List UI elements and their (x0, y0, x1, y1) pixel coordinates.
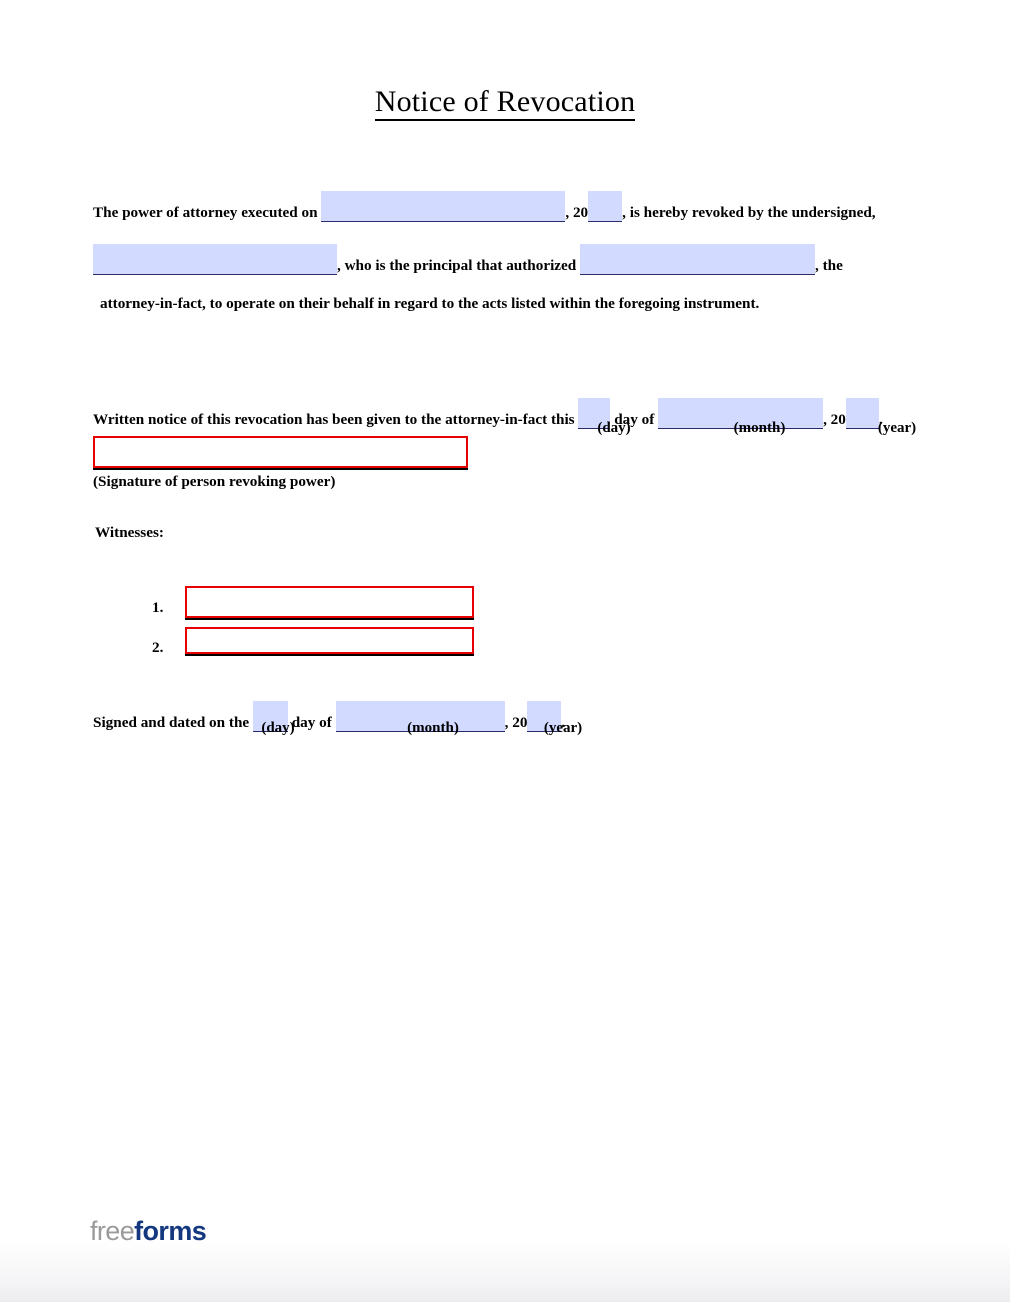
witness-2-signature-box[interactable] (185, 627, 474, 654)
paragraph1-line2-mid: , who is the principal that authorized (337, 257, 577, 274)
paragraph1-line3: attorney-in-fact, to operate on their be… (100, 295, 760, 312)
witness-2-number: 2. (152, 639, 164, 656)
witness-2-underline (185, 654, 474, 656)
witness-1-underline (185, 618, 474, 620)
notice-month-caption: (month) (733, 420, 786, 436)
freeforms-logo: freeforms (90, 1216, 207, 1246)
page-bottom-shade (0, 1242, 1010, 1302)
paragraph-line-1: The power of attorney executed on , 20 , … (93, 191, 876, 222)
notice-year-caption: (year) (877, 420, 917, 436)
logo-text-free: free (90, 1216, 135, 1246)
paragraph1-line1-pre: The power of attorney executed on (93, 204, 318, 221)
witness-1-number: 1. (152, 599, 164, 616)
witness-1-signature-box[interactable] (185, 586, 474, 618)
principal-name-field[interactable] (93, 244, 337, 275)
signed-dated-text-pre: Signed and dated on the (93, 714, 250, 731)
signed-year-caption: (year) (543, 720, 583, 736)
signed-day-caption: (day) (261, 720, 295, 736)
witnesses-heading: Witnesses: (95, 524, 164, 541)
poa-execution-year-field[interactable] (588, 191, 623, 222)
paragraph1-line1-mid: , 20 (565, 204, 589, 221)
signature-underline (93, 468, 468, 470)
signed-dated-line: Signed and dated on the day of , 20. (93, 701, 565, 732)
poa-execution-date-field[interactable] (321, 191, 566, 222)
logo-text-forms: forms (134, 1216, 207, 1246)
revoking-party-signature-box[interactable] (93, 436, 468, 468)
notice-text-pre: Written notice of this revocation has be… (93, 411, 575, 428)
signed-year-prefix: , 20 (504, 714, 528, 731)
page-title: Notice of Revocation (0, 84, 1010, 121)
paragraph-line-3: attorney-in-fact, to operate on their be… (100, 296, 759, 311)
paragraph1-line2-post: , the (815, 257, 843, 274)
document-page: Notice of Revocation The power of attorn… (0, 0, 1010, 1302)
paragraph-line-2: , who is the principal that authorized ,… (93, 244, 843, 275)
attorney-in-fact-name-field[interactable] (580, 244, 816, 275)
notice-day-caption: (day) (597, 420, 631, 436)
paragraph1-line1-post: , is hereby revoked by the undersigned, (622, 204, 876, 221)
signature-caption: (Signature of person revoking power) (93, 473, 336, 490)
page-title-text: Notice of Revocation (374, 85, 636, 121)
notice-year-prefix: , 20 (823, 411, 846, 428)
signed-month-caption: (month) (407, 720, 459, 736)
